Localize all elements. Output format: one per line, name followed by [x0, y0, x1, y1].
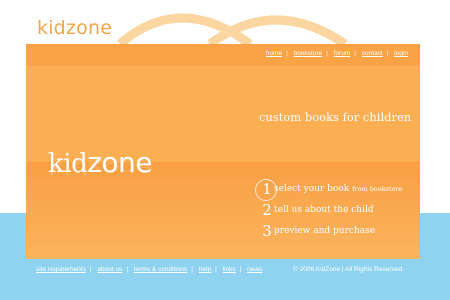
- step-text: select your book from bookstore: [274, 184, 403, 194]
- nav-home[interactable]: home: [266, 50, 282, 57]
- step-text: preview and purchase: [274, 226, 376, 236]
- copyright: © 2006 KidZone | All Rights Reserved.: [293, 266, 404, 273]
- footer-about-us[interactable]: about us: [97, 266, 122, 273]
- footer-news[interactable]: news: [247, 266, 262, 273]
- nav-forum[interactable]: forum: [334, 50, 351, 57]
- nav-bookstore[interactable]: bookstore: [294, 50, 323, 57]
- footer-links: site requirements | about us | terms & con…: [36, 266, 263, 273]
- step-note: from bookstore: [352, 185, 403, 193]
- hero-logo-reflection: kidzone: [48, 158, 154, 178]
- hero-panel: home | bookstore | forum | contact | login c…: [26, 44, 420, 259]
- header-logo[interactable]: kidzone: [37, 17, 112, 39]
- footer-links-link[interactable]: links: [223, 266, 236, 273]
- nav-login[interactable]: login: [394, 50, 408, 57]
- step-text: tell us about the child: [274, 205, 374, 215]
- logo-zone-text: zone: [65, 17, 113, 39]
- logo-kid-text: kid: [37, 17, 66, 39]
- tagline: custom books for children: [259, 110, 412, 124]
- footer-help[interactable]: help: [199, 266, 211, 273]
- footer-terms[interactable]: terms & conditions: [134, 266, 187, 273]
- nav-bar: home | bookstore | forum | contact | login: [26, 44, 420, 66]
- main-nav: home | bookstore | forum | contact | login: [265, 50, 408, 57]
- nav-contact[interactable]: contact: [362, 50, 383, 57]
- footer-site-requirements[interactable]: site requirements: [36, 266, 86, 273]
